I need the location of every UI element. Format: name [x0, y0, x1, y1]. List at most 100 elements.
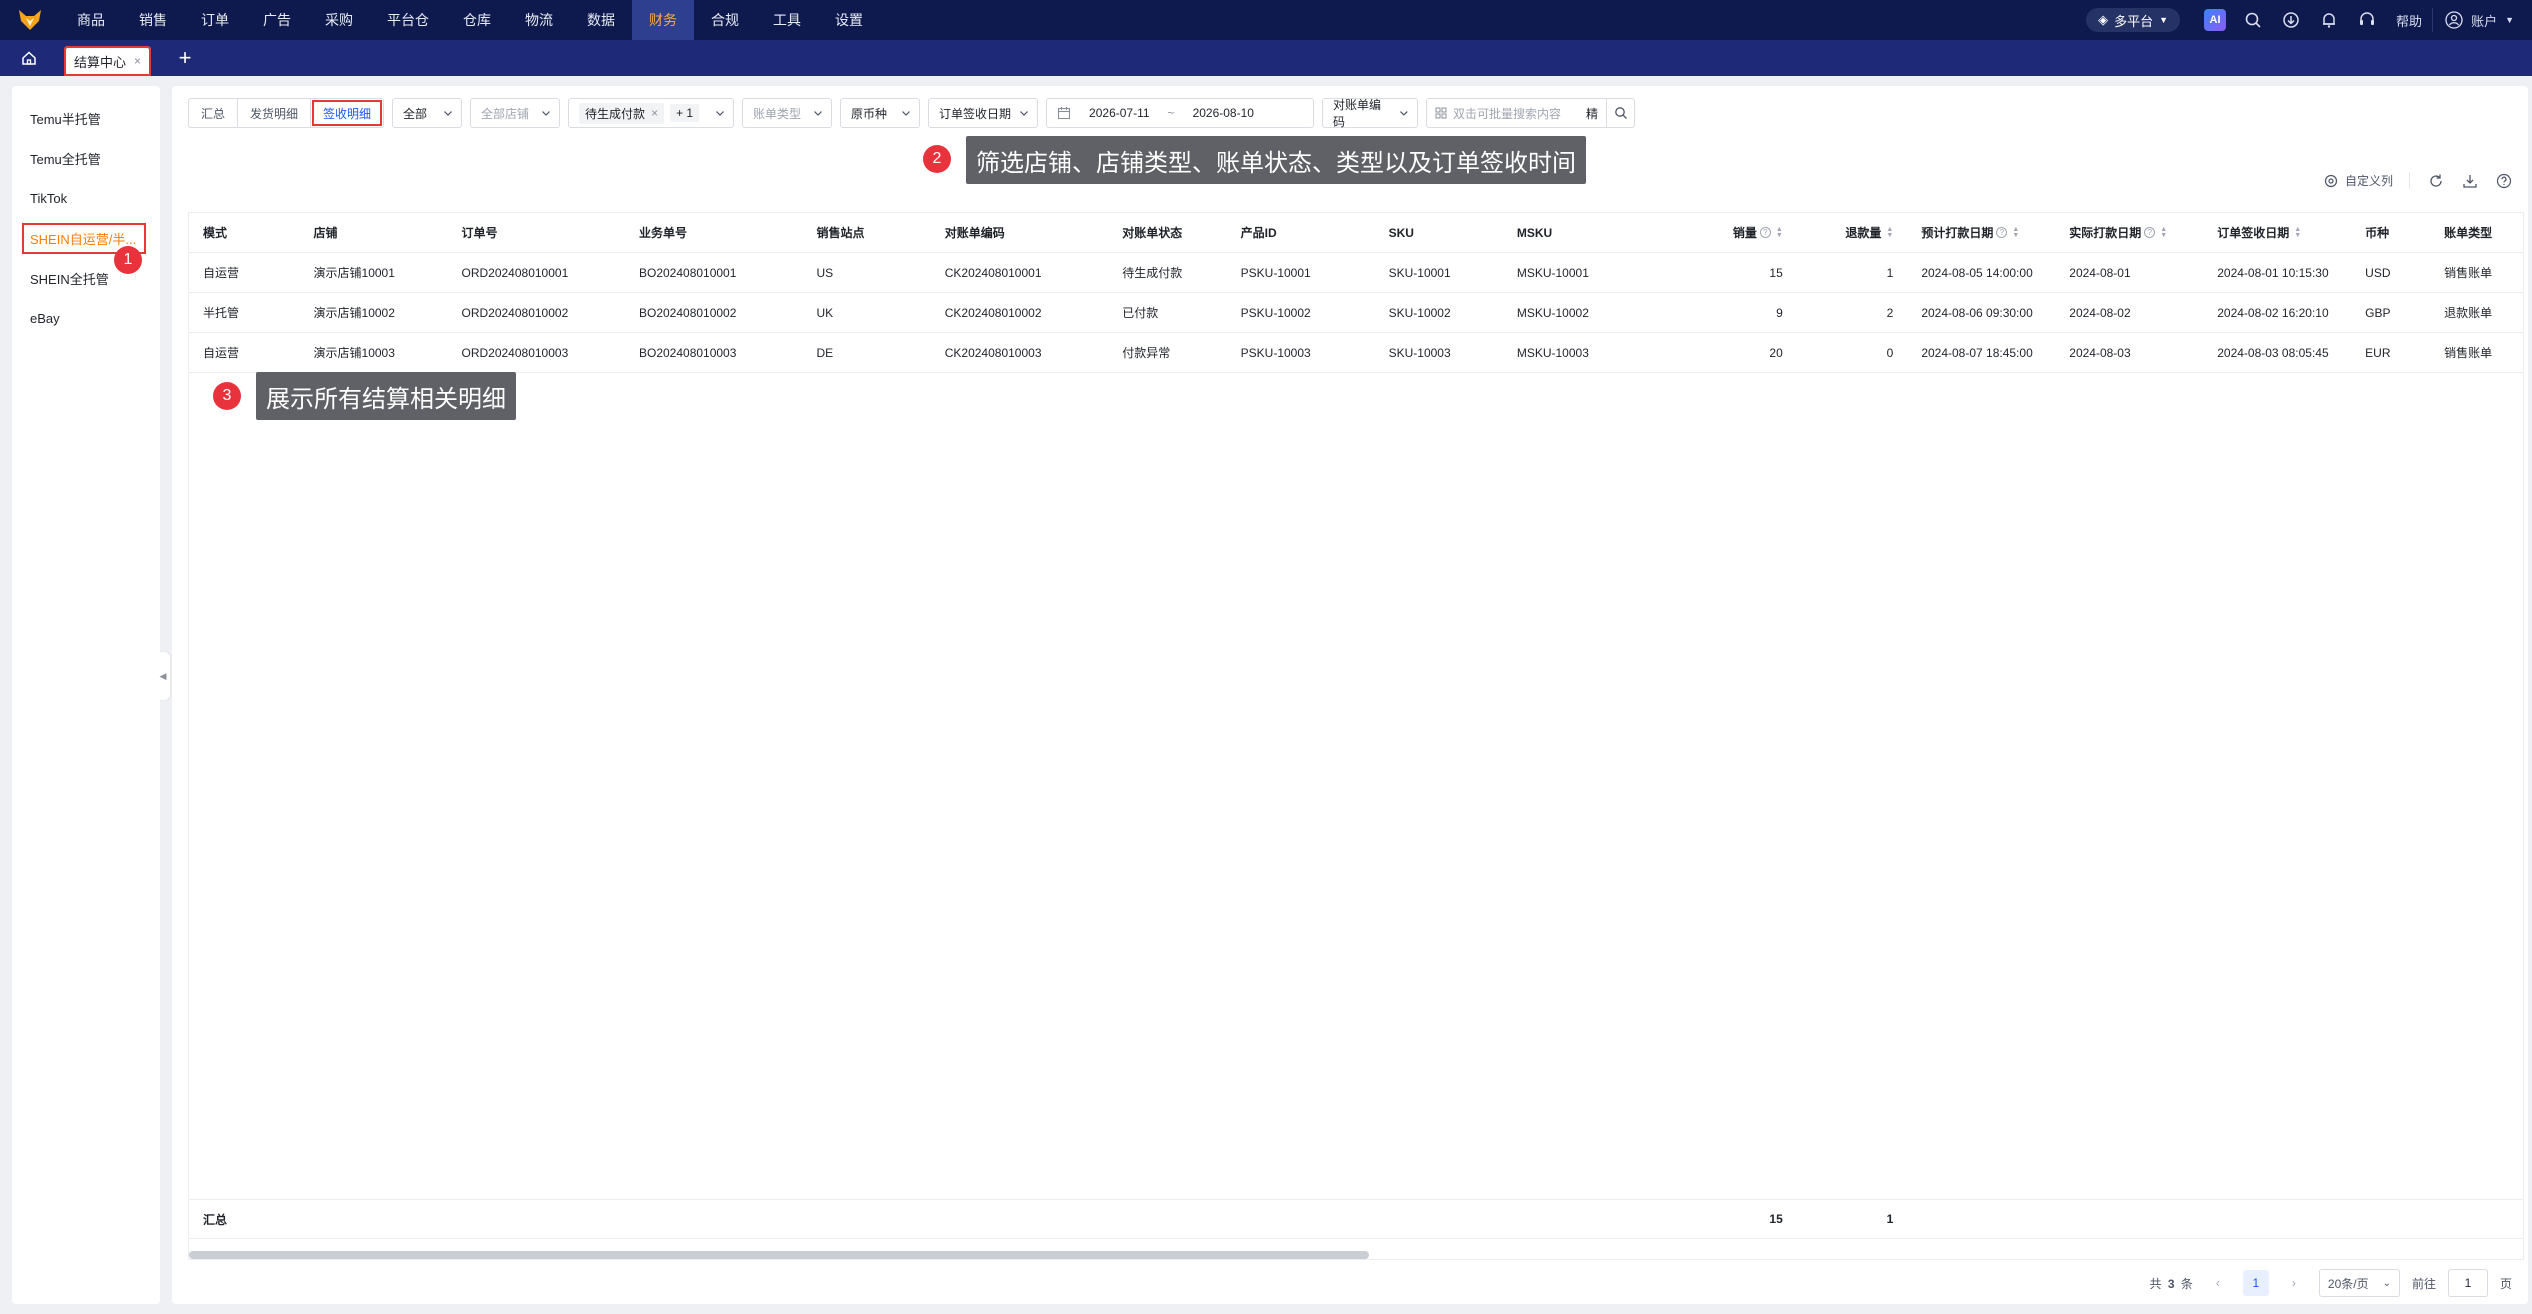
table-cell: 1	[1886, 265, 1894, 280]
add-tab-button[interactable]: +	[165, 40, 205, 76]
page-size-select[interactable]: 20条/页 ⌄	[2318, 1269, 2400, 1297]
segment-tab-0[interactable]: 汇总	[189, 99, 239, 127]
chevron-down-icon: ⌄	[2382, 1277, 2391, 1289]
column-header-label: 产品ID	[1240, 226, 1277, 240]
currency-select[interactable]: 原币种	[840, 98, 921, 128]
sort-icon[interactable]: ▲ ▼	[2294, 226, 2301, 239]
goto-label: 前往	[2411, 1276, 2436, 1291]
table-row[interactable]: 自运营 演示店铺10003 ORD202408010003 BO20240801000…	[189, 333, 2523, 373]
next-page-button[interactable]: ›	[2281, 1270, 2307, 1296]
nav-item-8[interactable]: 数据	[570, 0, 632, 40]
prev-page-button[interactable]: ‹	[2205, 1270, 2231, 1296]
chevron-down-icon: ▼	[2505, 15, 2514, 25]
question-icon[interactable]: ?	[1996, 227, 2008, 238]
column-header-12[interactable]: 预计打款日期? ▲ ▼	[1907, 224, 2055, 241]
nav-item-4[interactable]: 采购	[308, 0, 370, 40]
table-cell: UK	[816, 305, 834, 320]
column-header-label: 订单签收日期	[2217, 226, 2290, 240]
table-toolbar: 自定义列	[2323, 172, 2512, 189]
nav-item-11[interactable]: 工具	[756, 0, 818, 40]
code-type-select[interactable]: 对账单编码	[1322, 98, 1419, 129]
sort-icon[interactable]: ▲ ▼	[1776, 226, 1783, 239]
table-cell: 9	[1776, 305, 1783, 320]
search-box: 双击可批量搜索内容 精	[1426, 98, 1636, 128]
nav-item-7[interactable]: 物流	[508, 0, 570, 40]
horizontal-scrollbar[interactable]	[189, 1251, 1369, 1259]
column-header-11[interactable]: 退款量 ▲ ▼	[1797, 224, 1908, 241]
bill-type-select[interactable]: 账单类型	[742, 98, 833, 128]
nav-item-9[interactable]: 财务	[632, 0, 694, 40]
status-select[interactable]: 待生成付款 × + 1	[568, 98, 735, 128]
tag-close-icon[interactable]: ×	[651, 106, 658, 120]
caret-down-icon: ▼	[2159, 15, 2169, 25]
question-icon[interactable]: ?	[2144, 227, 2156, 238]
ai-assistant-button[interactable]: AI	[2196, 0, 2234, 40]
help-link[interactable]: 帮助	[2386, 11, 2432, 30]
sidebar-item-5[interactable]: eBay	[12, 298, 160, 338]
user-icon	[2445, 11, 2463, 29]
page-number[interactable]: 1	[2242, 1270, 2269, 1296]
table-cell: 0	[1886, 345, 1894, 360]
sidebar-item-2[interactable]: TikTok	[12, 178, 160, 218]
export-icon[interactable]	[2462, 173, 2478, 189]
notifications-button[interactable]	[2310, 0, 2348, 40]
platform-switch-button[interactable]: ◈ 多平台 ▼	[2086, 8, 2181, 32]
close-icon[interactable]: ×	[134, 54, 141, 68]
table-row[interactable]: 半托管 演示店铺10002 ORD202408010002 BO20240801000…	[189, 293, 2523, 333]
sidebar-collapse-handle[interactable]: ◀	[156, 652, 170, 700]
table-cell: US	[816, 265, 834, 280]
table-cell: 20	[1769, 345, 1783, 360]
goto-page-input[interactable]: 1	[2447, 1269, 2488, 1297]
account-menu[interactable]: 账户 ▼	[2432, 8, 2532, 32]
sort-icon[interactable]: ▲ ▼	[2012, 226, 2019, 239]
download-center-button[interactable]	[2272, 0, 2310, 40]
column-header-2: 订单号	[447, 224, 625, 241]
segment-tab-1[interactable]: 发货明细	[238, 99, 312, 127]
date-start[interactable]: 2026-07-11	[1089, 106, 1150, 120]
table-row[interactable]: 自运营 演示店铺10001 ORD202408010001 BO20240801000…	[189, 253, 2523, 293]
search-submit-button[interactable]	[1606, 99, 1634, 127]
currency-select-value: 原币种	[851, 106, 888, 121]
column-header-16: 账单类型	[2430, 224, 2523, 241]
nav-item-10[interactable]: 合规	[694, 0, 756, 40]
nav-item-6[interactable]: 仓库	[446, 0, 508, 40]
support-button[interactable]	[2348, 0, 2386, 40]
search-button[interactable]	[2234, 0, 2272, 40]
column-header-10[interactable]: 销量? ▲ ▼	[1686, 224, 1797, 241]
help-circle-icon[interactable]	[2496, 173, 2512, 189]
segment-tab-2[interactable]: 签收明细	[311, 99, 383, 127]
nav-item-5[interactable]: 平台仓	[370, 0, 446, 40]
home-tab[interactable]	[0, 40, 58, 76]
column-header-label: 模式	[203, 226, 228, 240]
precise-toggle[interactable]: 精	[1577, 105, 1606, 122]
table-cell: DE	[816, 345, 834, 360]
search-input[interactable]: 双击可批量搜索内容	[1427, 105, 1577, 122]
date-end[interactable]: 2026-08-10	[1193, 106, 1254, 120]
column-header-14[interactable]: 订单签收日期 ▲ ▼	[2203, 224, 2351, 241]
custom-columns-button[interactable]: 自定义列	[2323, 172, 2410, 189]
chevron-down-icon	[716, 111, 724, 116]
summary-sales: 15	[1769, 1212, 1783, 1226]
store-select[interactable]: 全部店铺	[470, 98, 561, 128]
sidebar-item-0[interactable]: Temu半托管	[12, 98, 160, 138]
nav-item-1[interactable]: 销售	[122, 0, 184, 40]
refresh-icon[interactable]	[2428, 173, 2444, 189]
date-type-select[interactable]: 订单签收日期	[928, 98, 1039, 128]
date-range-picker[interactable]: 2026-07-11 ~ 2026-08-10	[1046, 98, 1315, 128]
sort-icon[interactable]: ▲ ▼	[1886, 226, 1893, 239]
nav-item-2[interactable]: 订单	[184, 0, 246, 40]
main-menu: 商品 销售 订单 广告 采购 平台仓 仓库 物流 数据 财务 合规 工具 设置	[60, 0, 880, 40]
sidebar-item-1[interactable]: Temu全托管	[12, 138, 160, 178]
nav-item-3[interactable]: 广告	[246, 0, 308, 40]
app-logo[interactable]	[0, 0, 60, 40]
tab-settlement-center[interactable]: 结算中心 ×	[64, 46, 152, 76]
chevron-down-icon	[542, 111, 550, 116]
nav-item-0[interactable]: 商品	[60, 0, 122, 40]
nav-item-12[interactable]: 设置	[818, 0, 880, 40]
sort-icon[interactable]: ▲ ▼	[2160, 226, 2167, 239]
mode-select[interactable]: 全部	[392, 98, 463, 128]
table-cell: EUR	[2365, 345, 2391, 360]
question-icon[interactable]: ?	[1759, 227, 1771, 238]
status-tag: 待生成付款 ×	[579, 102, 665, 124]
column-header-13[interactable]: 实际打款日期? ▲ ▼	[2055, 224, 2203, 241]
